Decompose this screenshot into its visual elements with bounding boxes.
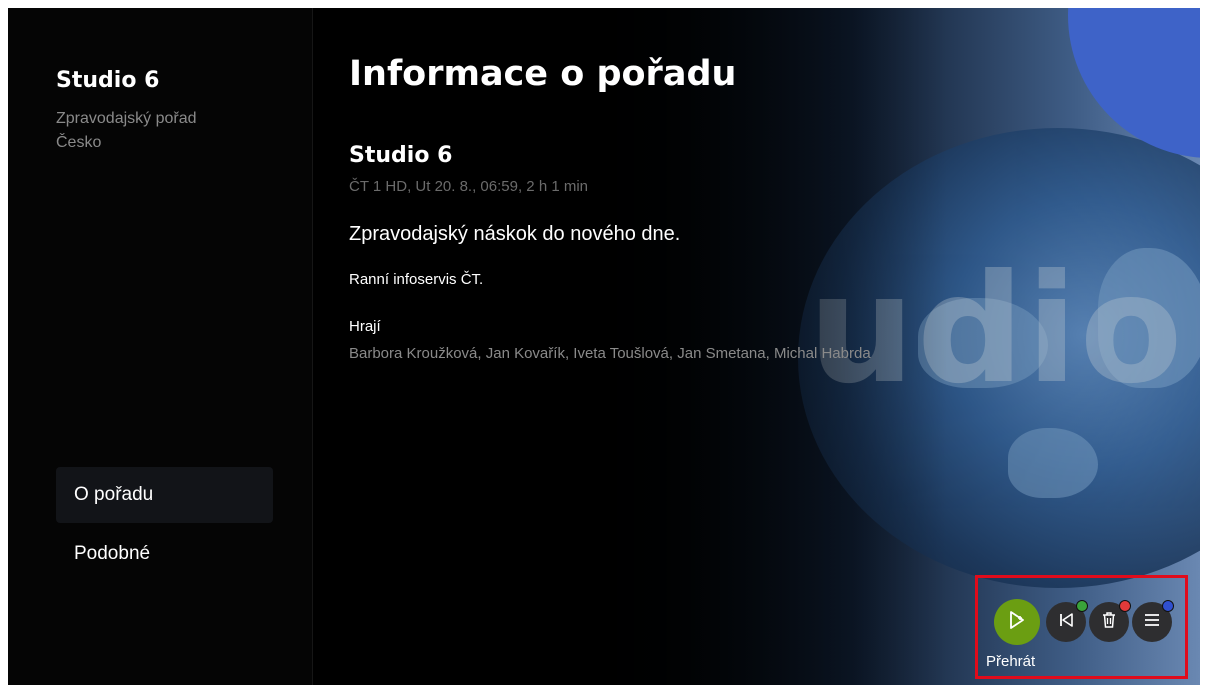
sidebar-country: Česko xyxy=(56,134,102,151)
sidebar-subtitle: Zpravodajský pořad Česko xyxy=(56,107,197,155)
program-title: Studio 6 xyxy=(349,143,453,168)
action-buttons-group: Přehrát xyxy=(975,575,1188,679)
sidebar-item-o-poradu[interactable]: O pořadu xyxy=(56,467,273,523)
action-caption: Přehrát xyxy=(986,653,1036,670)
play-button[interactable] xyxy=(994,599,1040,645)
cast-list: Barbora Kroužková, Jan Kovařík, Iveta To… xyxy=(349,345,871,362)
red-key-dot xyxy=(1119,600,1131,612)
sidebar-genre: Zpravodajský pořad xyxy=(56,110,197,127)
program-description: Ranní infoservis ČT. xyxy=(349,271,484,288)
sidebar-title: Studio 6 xyxy=(56,68,160,93)
delete-button[interactable] xyxy=(1089,600,1131,642)
restart-icon xyxy=(1057,611,1075,634)
program-tagline: Zpravodajský náskok do nového dne. xyxy=(349,223,681,245)
sidebar: Studio 6 Zpravodajský pořad Česko O pořa… xyxy=(8,8,313,685)
cast-label: Hrají xyxy=(349,318,381,335)
menu-button[interactable] xyxy=(1132,600,1174,642)
page-title: Informace o pořadu xyxy=(349,54,737,94)
sidebar-nav: O pořadu Podobné xyxy=(56,467,273,585)
trash-icon xyxy=(1101,611,1117,634)
tv-screen: udio 52% Studio 6 Zpravodajský pořad Čes… xyxy=(8,8,1200,685)
green-key-dot xyxy=(1076,600,1088,612)
program-meta: ČT 1 HD, Ut 20. 8., 06:59, 2 h 1 min xyxy=(349,178,589,195)
blue-key-dot xyxy=(1162,600,1174,612)
menu-icon xyxy=(1143,612,1161,633)
play-from-start-icon xyxy=(1006,609,1028,636)
restart-button[interactable] xyxy=(1046,600,1088,642)
sidebar-item-podobne[interactable]: Podobné xyxy=(56,526,273,582)
